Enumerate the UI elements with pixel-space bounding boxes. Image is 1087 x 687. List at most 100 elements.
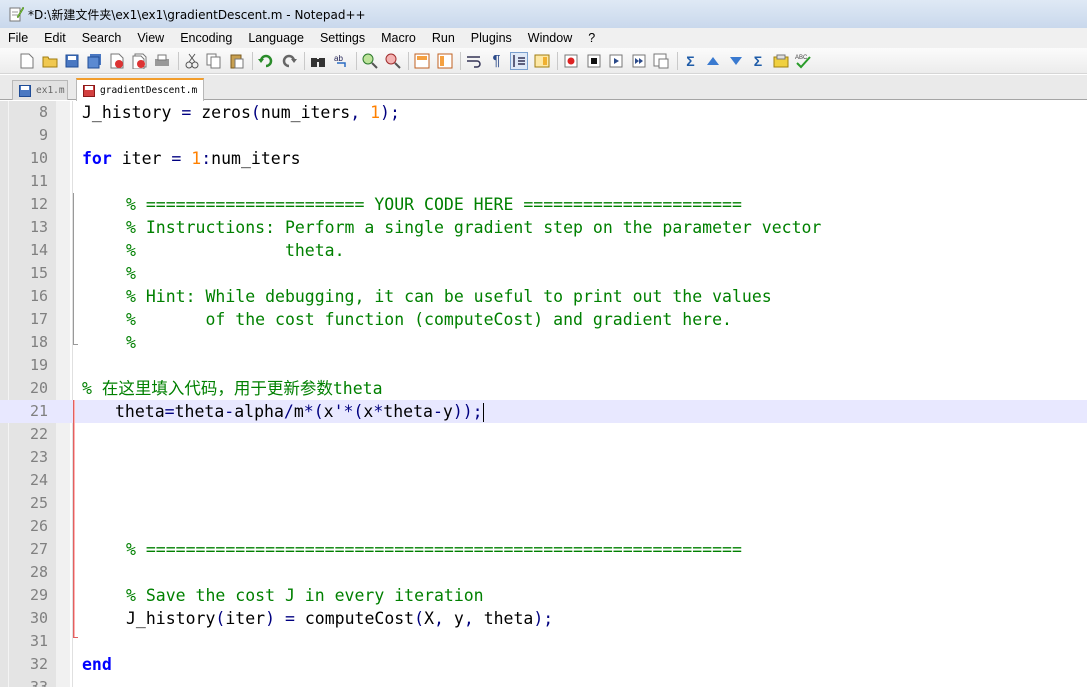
code-editor[interactable]: 8 J_history = zeros(num_iters, 1); 9 10 … bbox=[0, 101, 1087, 687]
toolbar-separator bbox=[408, 51, 409, 70]
spellcheck-icon[interactable]: ABC bbox=[794, 52, 812, 70]
code-line: 26 bbox=[0, 515, 1087, 538]
line-number: 18 bbox=[29, 333, 48, 351]
code-text: for iter = 1:num_iters bbox=[82, 149, 301, 168]
code-text: J_history(iter) = computeCost(X, y, thet… bbox=[126, 609, 554, 628]
menu-view[interactable]: View bbox=[137, 31, 164, 45]
menu-run[interactable]: Run bbox=[432, 31, 455, 45]
line-number: 10 bbox=[29, 149, 48, 167]
line-number: 32 bbox=[29, 655, 48, 673]
redo-icon[interactable] bbox=[280, 52, 298, 70]
indent-guide-icon[interactable] bbox=[510, 51, 528, 70]
menu-edit[interactable]: Edit bbox=[44, 31, 66, 45]
line-number: 11 bbox=[29, 172, 48, 190]
show-all-chars-icon[interactable]: ¶ bbox=[488, 52, 506, 70]
menu-search[interactable]: Search bbox=[82, 31, 122, 45]
tab-bar: ex1.m gradientDescent.m bbox=[0, 75, 1087, 101]
close-all-icon[interactable] bbox=[131, 52, 149, 70]
code-line: 11 bbox=[0, 170, 1087, 193]
fold-bracket bbox=[73, 193, 74, 345]
open-file-icon[interactable] bbox=[41, 52, 59, 70]
code-line: 25 bbox=[0, 492, 1087, 515]
menu-settings[interactable]: Settings bbox=[320, 31, 365, 45]
menu-bar: File Edit Search View Encoding Language … bbox=[0, 28, 1087, 48]
code-line: 17 % of the cost function (computeCost) … bbox=[0, 308, 1087, 331]
code-line: 24 bbox=[0, 469, 1087, 492]
menu-window[interactable]: Window bbox=[528, 31, 572, 45]
code-line: 20 % 在这里填入代码，用于更新参数theta bbox=[0, 377, 1087, 400]
code-text: end bbox=[82, 655, 112, 674]
undo-icon[interactable] bbox=[257, 52, 275, 70]
line-number: 8 bbox=[38, 103, 48, 121]
code-line: 8 J_history = zeros(num_iters, 1); bbox=[0, 101, 1087, 124]
code-line: 14 % theta. bbox=[0, 239, 1087, 262]
save-icon[interactable] bbox=[63, 52, 81, 70]
print-icon[interactable] bbox=[153, 52, 171, 70]
code-text: theta=theta-alpha/m*(x'*(x*theta-y)); bbox=[115, 402, 484, 422]
comment-text: % ======================================… bbox=[126, 540, 742, 559]
text-cursor bbox=[482, 403, 484, 422]
line-number: 17 bbox=[29, 310, 48, 328]
menu-encoding[interactable]: Encoding bbox=[180, 31, 232, 45]
code-line: 33 bbox=[0, 676, 1087, 687]
code-line: 12 % ====================== YOUR CODE HE… bbox=[0, 193, 1087, 216]
close-icon[interactable] bbox=[108, 52, 126, 70]
toolbar-separator bbox=[304, 51, 305, 70]
save-all-icon[interactable] bbox=[86, 52, 104, 70]
line-number: 26 bbox=[29, 517, 48, 535]
code-line: 22 bbox=[0, 423, 1087, 446]
line-number: 29 bbox=[29, 586, 48, 604]
stop-macro-icon[interactable] bbox=[585, 52, 603, 70]
new-file-icon[interactable] bbox=[18, 52, 36, 70]
toolbar-separator bbox=[356, 51, 357, 70]
sync-vertical-icon[interactable] bbox=[413, 52, 431, 70]
comment-text: % theta. bbox=[126, 241, 345, 260]
cut-icon[interactable] bbox=[183, 52, 201, 70]
menu-language[interactable]: Language bbox=[248, 31, 304, 45]
move-up-icon[interactable] bbox=[704, 52, 722, 70]
comment-text: % bbox=[126, 264, 136, 283]
change-marker bbox=[73, 400, 75, 638]
code-line: 16 % Hint: While debugging, it can be us… bbox=[0, 285, 1087, 308]
menu-macro[interactable]: Macro bbox=[381, 31, 416, 45]
comment-text: % Save the cost J in every iteration bbox=[126, 586, 484, 605]
saved-file-icon bbox=[19, 84, 31, 97]
unfold-all-icon[interactable]: Σ bbox=[749, 52, 767, 70]
menu-file[interactable]: File bbox=[8, 31, 28, 45]
change-marker-end bbox=[73, 637, 78, 638]
code-line: 32 end bbox=[0, 653, 1087, 676]
tab-ex1[interactable]: ex1.m bbox=[12, 80, 68, 100]
window-title: *D:\新建文件夹\ex1\ex1\gradientDescent.m - No… bbox=[28, 7, 366, 22]
code-line-current: 21 theta=theta-alpha/m*(x'*(x*theta-y)); bbox=[0, 400, 1087, 423]
sync-horizontal-icon[interactable] bbox=[436, 52, 454, 70]
toolbar-separator bbox=[557, 51, 558, 70]
move-down-icon[interactable] bbox=[727, 52, 745, 70]
word-wrap-icon[interactable] bbox=[465, 52, 483, 70]
run-macro-multiple-icon[interactable] bbox=[630, 52, 648, 70]
line-number: 30 bbox=[29, 609, 48, 627]
line-number: 27 bbox=[29, 540, 48, 558]
copy-icon[interactable] bbox=[205, 52, 223, 70]
code-line: 15 % bbox=[0, 262, 1087, 285]
replace-icon[interactable]: ab bbox=[332, 52, 350, 70]
tab-gradientdescent[interactable]: gradientDescent.m bbox=[76, 78, 204, 101]
line-number: 19 bbox=[29, 356, 48, 374]
play-macro-icon[interactable] bbox=[607, 52, 625, 70]
paste-icon[interactable] bbox=[228, 52, 246, 70]
menu-help[interactable]: ? bbox=[588, 31, 595, 45]
plugin-icon[interactable] bbox=[772, 52, 790, 70]
save-macro-icon[interactable] bbox=[652, 52, 670, 70]
doc-map-icon[interactable] bbox=[533, 52, 551, 70]
zoom-out-icon[interactable] bbox=[384, 52, 402, 70]
fold-all-icon[interactable]: Σ bbox=[682, 52, 700, 70]
line-number: 16 bbox=[29, 287, 48, 305]
code-line: 28 bbox=[0, 561, 1087, 584]
menu-plugins[interactable]: Plugins bbox=[471, 31, 512, 45]
record-macro-icon[interactable] bbox=[562, 52, 580, 70]
code-line: 31 bbox=[0, 630, 1087, 653]
code-line: 13 % Instructions: Perform a single grad… bbox=[0, 216, 1087, 239]
toolbar-separator bbox=[177, 51, 179, 70]
zoom-in-icon[interactable] bbox=[361, 52, 379, 70]
comment-text: % ====================== YOUR CODE HERE … bbox=[126, 195, 742, 214]
find-icon[interactable] bbox=[309, 52, 327, 70]
